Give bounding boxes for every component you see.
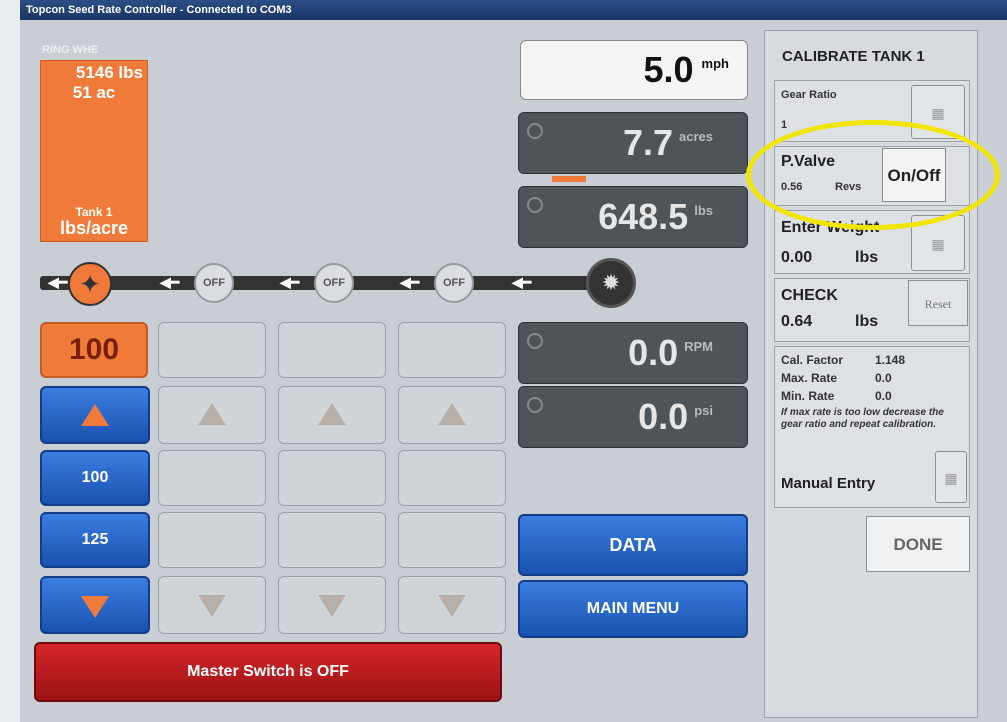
fan-icon[interactable]: ✦ [68,262,112,306]
section-2-rate [278,322,386,378]
empty-cell [278,512,386,568]
gear-ratio-label: Gear Ratio [781,89,837,101]
arrow-left-icon: ◀━ [48,274,68,290]
min-rate-label: Min. Rate [781,389,835,403]
section-3-up-button[interactable] [398,386,506,444]
section-1-down-button[interactable] [158,576,266,634]
rpm-unit: RPM [684,339,713,354]
section-1-off[interactable]: OFF [194,263,234,303]
section-2-down-button[interactable] [278,576,386,634]
keypad-icon: ▦ [944,470,958,486]
empty-cell [158,450,266,506]
rate-down-button[interactable] [40,576,150,634]
max-rate-label: Max. Rate [781,371,838,385]
enter-weight-unit: lbs [855,249,879,266]
arrow-left-icon: ◀━ [280,274,300,290]
reset-dial-icon [527,197,543,213]
psi-value: 0.0 [638,396,689,437]
arrow-down-icon [198,595,226,617]
arrow-down-icon [81,596,109,618]
check-label: CHECK [781,287,838,304]
speed-readout: 5.0 mph [520,40,748,100]
manual-entry-label: Manual Entry [781,475,876,492]
section-3-rate [398,322,506,378]
cal-factor-value: 1.148 [875,353,906,367]
done-button[interactable]: DONE [866,516,970,572]
window-title: Topcon Seed Rate Controller - Connected … [20,0,1007,20]
section-2-off[interactable]: OFF [314,263,354,303]
rpm-readout: 0.0 RPM [518,322,748,384]
reset-button[interactable]: Reset [908,280,968,326]
main-menu-button[interactable]: MAIN MENU [518,580,748,638]
target-rate[interactable]: 100 [40,322,148,378]
arrow-left-icon: ◀━ [160,274,180,290]
section-1-rate [158,322,266,378]
tank-unit: lbs/acre [59,218,129,238]
rpm-value: 0.0 [628,332,679,373]
calibrate-title: CALIBRATE TANK 1 [782,48,925,65]
lbs-readout[interactable]: 648.5 lbs [518,186,748,248]
meter-icon: ✹ [586,258,636,308]
psi-readout: 0.0 psi [518,386,748,448]
acres-value: 7.7 [622,122,674,163]
arrow-down-icon [438,595,466,617]
speed-unit: mph [701,56,729,71]
keypad-icon: ▦ [931,105,945,121]
gear-ratio-value: 1 [781,119,788,131]
arrow-left-icon: ◀━ [512,274,532,290]
status-bar [552,176,586,182]
arrow-down-icon [318,595,346,617]
section-3-off[interactable]: OFF [434,263,474,303]
section-1-up-button[interactable] [158,386,266,444]
tank-weight: 5146 lbs [75,63,143,82]
product-name: RING WHE [42,44,99,56]
section-3-down-button[interactable] [398,576,506,634]
enter-weight-value: 0.00 [781,249,813,266]
empty-cell [398,450,506,506]
acres-readout[interactable]: 7.7 acres [518,112,748,174]
reset-dial-icon [527,123,543,139]
preset-125-button[interactable]: 125 [40,512,150,568]
keypad-icon: ▦ [931,236,945,252]
dial-icon [527,333,543,349]
empty-cell [398,512,506,568]
preset-100-button[interactable]: 100 [40,450,150,506]
arrow-up-icon [81,404,109,426]
check-unit: lbs [855,313,879,330]
tank-label: Tank 1 [75,205,113,219]
empty-cell [278,450,386,506]
max-rate-value: 0.0 [875,371,892,385]
lbs-unit: lbs [694,203,713,218]
arrow-up-icon [198,403,226,425]
psi-unit: psi [694,403,713,418]
rate-up-button[interactable] [40,386,150,444]
calibration-note: If max rate is too low decrease the gear… [781,407,944,430]
arrow-up-icon [438,403,466,425]
section-2-up-button[interactable] [278,386,386,444]
tank-card[interactable]: 5146 lbs 51 ac Tank 1 lbs/acre [40,60,148,242]
arrow-up-icon [318,403,346,425]
empty-cell [158,512,266,568]
acres-unit: acres [679,129,713,144]
arrow-left-icon: ◀━ [400,274,420,290]
min-rate-value: 0.0 [875,389,892,403]
dial-icon [527,397,543,413]
data-button[interactable]: DATA [518,514,748,576]
tank-area: 51 ac [72,83,116,102]
highlight-annotation [746,120,1000,230]
speed-value: 5.0 [643,49,694,90]
cal-factor-label: Cal. Factor [781,353,844,367]
master-switch-button[interactable]: Master Switch is OFF [34,642,502,702]
calibration-info: Cal. Factor 1.148 Max. Rate 0.0 Min. Rat… [774,346,970,508]
manual-entry-button[interactable]: ▦ [935,451,967,503]
check-value: 0.64 [781,313,813,330]
lbs-value: 648.5 [598,196,689,237]
